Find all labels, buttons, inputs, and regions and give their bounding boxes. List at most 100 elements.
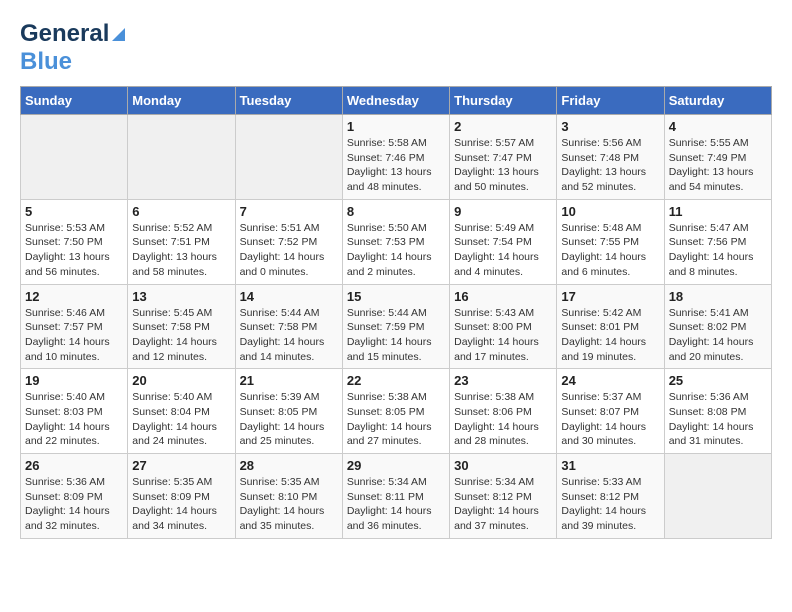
- calendar-cell: 16Sunrise: 5:43 AM Sunset: 8:00 PM Dayli…: [450, 284, 557, 369]
- day-number: 13: [132, 289, 230, 304]
- calendar-cell: 9 Sunrise: 5:49 AM Sunset: 7:54 PM Daylig…: [450, 199, 557, 284]
- calendar-cell: 10Sunrise: 5:48 AM Sunset: 7:55 PM Dayli…: [557, 199, 664, 284]
- day-info: Sunrise: 5:49 AM Sunset: 7:54 PM Dayligh…: [454, 221, 552, 280]
- day-number: 16: [454, 289, 552, 304]
- calendar-cell: 8Sunrise: 5:50 AM Sunset: 7:53 PM Daylig…: [342, 199, 449, 284]
- day-number: 2: [454, 119, 552, 134]
- day-info: Sunrise: 5:41 AM Sunset: 8:02 PM Dayligh…: [669, 306, 767, 365]
- day-of-week-header: Tuesday: [235, 87, 342, 115]
- day-number: 7: [240, 204, 338, 219]
- calendar-cell: 29 Sunrise: 5:34 AM Sunset: 8:11 PM Dayli…: [342, 454, 449, 539]
- calendar-table: SundayMondayTuesdayWednesdayThursdayFrid…: [20, 86, 772, 539]
- calendar-cell: 27 Sunrise: 5:35 AM Sunset: 8:09 PM Dayli…: [128, 454, 235, 539]
- calendar-header-row: SundayMondayTuesdayWednesdayThursdayFrid…: [21, 87, 772, 115]
- day-info: Sunrise: 5:44 AM Sunset: 7:59 PM Dayligh…: [347, 306, 445, 365]
- calendar-cell: 26 Sunrise: 5:36 AM Sunset: 8:09 PM Dayli…: [21, 454, 128, 539]
- day-info: Sunrise: 5:40 AM Sunset: 8:03 PM Dayligh…: [25, 390, 123, 449]
- day-info: Sunrise: 5:40 AM Sunset: 8:04 PM Dayligh…: [132, 390, 230, 449]
- calendar-cell: 6 Sunrise: 5:52 AM Sunset: 7:51 PM Daylig…: [128, 199, 235, 284]
- day-of-week-header: Saturday: [664, 87, 771, 115]
- day-info: Sunrise: 5:53 AM Sunset: 7:50 PM Dayligh…: [25, 221, 123, 280]
- day-number: 17: [561, 289, 659, 304]
- calendar-cell: 31Sunrise: 5:33 AM Sunset: 8:12 PM Dayli…: [557, 454, 664, 539]
- calendar-week-row: 26 Sunrise: 5:36 AM Sunset: 8:09 PM Dayli…: [21, 454, 772, 539]
- calendar-cell: 13 Sunrise: 5:45 AM Sunset: 7:58 PM Dayli…: [128, 284, 235, 369]
- day-number: 9: [454, 204, 552, 219]
- calendar-week-row: 5 Sunrise: 5:53 AM Sunset: 7:50 PM Daylig…: [21, 199, 772, 284]
- day-of-week-header: Monday: [128, 87, 235, 115]
- calendar-cell: 19 Sunrise: 5:40 AM Sunset: 8:03 PM Dayli…: [21, 369, 128, 454]
- day-of-week-header: Sunday: [21, 87, 128, 115]
- day-number: 23: [454, 373, 552, 388]
- calendar-cell: 5 Sunrise: 5:53 AM Sunset: 7:50 PM Daylig…: [21, 199, 128, 284]
- day-info: Sunrise: 5:34 AM Sunset: 8:11 PM Dayligh…: [347, 475, 445, 534]
- day-info: Sunrise: 5:48 AM Sunset: 7:55 PM Dayligh…: [561, 221, 659, 280]
- calendar-cell: 3Sunrise: 5:56 AM Sunset: 7:48 PM Daylig…: [557, 115, 664, 200]
- day-number: 26: [25, 458, 123, 473]
- calendar-week-row: 12 Sunrise: 5:46 AM Sunset: 7:57 PM Dayli…: [21, 284, 772, 369]
- day-info: Sunrise: 5:58 AM Sunset: 7:46 PM Dayligh…: [347, 136, 445, 195]
- day-number: 12: [25, 289, 123, 304]
- day-info: Sunrise: 5:36 AM Sunset: 8:08 PM Dayligh…: [669, 390, 767, 449]
- day-number: 24: [561, 373, 659, 388]
- day-number: 21: [240, 373, 338, 388]
- day-number: 27: [132, 458, 230, 473]
- day-number: 19: [25, 373, 123, 388]
- day-number: 30: [454, 458, 552, 473]
- calendar-cell: 7 Sunrise: 5:51 AM Sunset: 7:52 PM Daylig…: [235, 199, 342, 284]
- day-info: Sunrise: 5:38 AM Sunset: 8:06 PM Dayligh…: [454, 390, 552, 449]
- day-number: 25: [669, 373, 767, 388]
- calendar-cell: 20Sunrise: 5:40 AM Sunset: 8:04 PM Dayli…: [128, 369, 235, 454]
- calendar-week-row: 1 Sunrise: 5:58 AM Sunset: 7:46 PM Daylig…: [21, 115, 772, 200]
- day-number: 1: [347, 119, 445, 134]
- day-info: Sunrise: 5:36 AM Sunset: 8:09 PM Dayligh…: [25, 475, 123, 534]
- day-info: Sunrise: 5:37 AM Sunset: 8:07 PM Dayligh…: [561, 390, 659, 449]
- day-number: 31: [561, 458, 659, 473]
- day-info: Sunrise: 5:45 AM Sunset: 7:58 PM Dayligh…: [132, 306, 230, 365]
- calendar-week-row: 19 Sunrise: 5:40 AM Sunset: 8:03 PM Dayli…: [21, 369, 772, 454]
- day-number: 18: [669, 289, 767, 304]
- calendar-cell: 30 Sunrise: 5:34 AM Sunset: 8:12 PM Dayli…: [450, 454, 557, 539]
- day-info: Sunrise: 5:34 AM Sunset: 8:12 PM Dayligh…: [454, 475, 552, 534]
- logo-arrow-icon: [112, 28, 125, 41]
- calendar-cell: [664, 454, 771, 539]
- calendar-cell: 21 Sunrise: 5:39 AM Sunset: 8:05 PM Dayli…: [235, 369, 342, 454]
- day-info: Sunrise: 5:57 AM Sunset: 7:47 PM Dayligh…: [454, 136, 552, 195]
- day-info: Sunrise: 5:52 AM Sunset: 7:51 PM Dayligh…: [132, 221, 230, 280]
- logo-blue: Blue: [20, 48, 72, 75]
- calendar-cell: 2 Sunrise: 5:57 AM Sunset: 7:47 PM Daylig…: [450, 115, 557, 200]
- day-number: 5: [25, 204, 123, 219]
- day-of-week-header: Friday: [557, 87, 664, 115]
- day-number: 6: [132, 204, 230, 219]
- calendar-cell: 24 Sunrise: 5:37 AM Sunset: 8:07 PM Dayli…: [557, 369, 664, 454]
- day-number: 4: [669, 119, 767, 134]
- day-info: Sunrise: 5:44 AM Sunset: 7:58 PM Dayligh…: [240, 306, 338, 365]
- day-info: Sunrise: 5:50 AM Sunset: 7:53 PM Dayligh…: [347, 221, 445, 280]
- calendar-cell: 15 Sunrise: 5:44 AM Sunset: 7:59 PM Dayli…: [342, 284, 449, 369]
- calendar-cell: [21, 115, 128, 200]
- day-number: 11: [669, 204, 767, 219]
- calendar-cell: 23 Sunrise: 5:38 AM Sunset: 8:06 PM Dayli…: [450, 369, 557, 454]
- day-info: Sunrise: 5:47 AM Sunset: 7:56 PM Dayligh…: [669, 221, 767, 280]
- day-of-week-header: Wednesday: [342, 87, 449, 115]
- day-info: Sunrise: 5:38 AM Sunset: 8:05 PM Dayligh…: [347, 390, 445, 449]
- logo: General Blue: [20, 20, 125, 76]
- calendar-cell: 1 Sunrise: 5:58 AM Sunset: 7:46 PM Daylig…: [342, 115, 449, 200]
- day-info: Sunrise: 5:35 AM Sunset: 8:09 PM Dayligh…: [132, 475, 230, 534]
- day-number: 22: [347, 373, 445, 388]
- day-info: Sunrise: 5:51 AM Sunset: 7:52 PM Dayligh…: [240, 221, 338, 280]
- day-info: Sunrise: 5:42 AM Sunset: 8:01 PM Dayligh…: [561, 306, 659, 365]
- day-number: 28: [240, 458, 338, 473]
- day-of-week-header: Thursday: [450, 87, 557, 115]
- calendar-cell: 18 Sunrise: 5:41 AM Sunset: 8:02 PM Dayli…: [664, 284, 771, 369]
- day-number: 29: [347, 458, 445, 473]
- calendar-cell: 4Sunrise: 5:55 AM Sunset: 7:49 PM Daylig…: [664, 115, 771, 200]
- day-number: 15: [347, 289, 445, 304]
- day-info: Sunrise: 5:39 AM Sunset: 8:05 PM Dayligh…: [240, 390, 338, 449]
- calendar-cell: 11 Sunrise: 5:47 AM Sunset: 7:56 PM Dayli…: [664, 199, 771, 284]
- day-info: Sunrise: 5:46 AM Sunset: 7:57 PM Dayligh…: [25, 306, 123, 365]
- calendar-cell: 25 Sunrise: 5:36 AM Sunset: 8:08 PM Dayli…: [664, 369, 771, 454]
- calendar-cell: 22 Sunrise: 5:38 AM Sunset: 8:05 PM Dayli…: [342, 369, 449, 454]
- calendar-cell: 14Sunrise: 5:44 AM Sunset: 7:58 PM Dayli…: [235, 284, 342, 369]
- calendar-cell: 12 Sunrise: 5:46 AM Sunset: 7:57 PM Dayli…: [21, 284, 128, 369]
